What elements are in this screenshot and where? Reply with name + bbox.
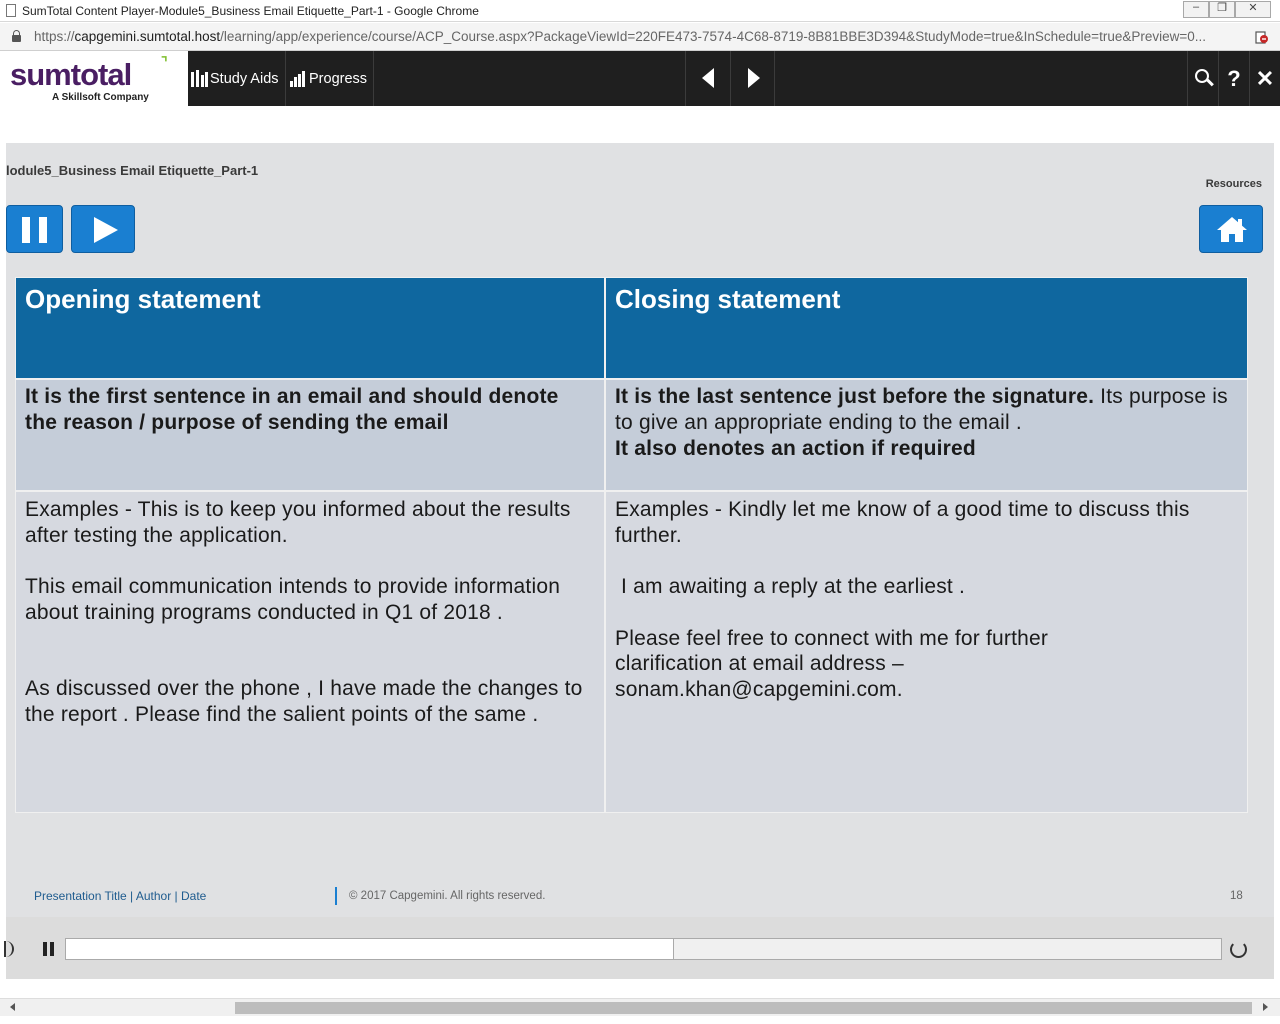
help-button[interactable]: ? [1218, 51, 1249, 106]
media-controls [4, 925, 1274, 973]
restore-button[interactable]: ❐ [1209, 1, 1235, 18]
opening-examples: Examples - This is to keep you informed … [15, 491, 605, 813]
opening-example-1: Examples - This is to keep you informed … [25, 498, 571, 547]
close-player-button[interactable]: ✕ [1249, 51, 1280, 106]
resources-link[interactable]: Resources [1206, 178, 1262, 190]
closing-statement-header: Closing statement [605, 277, 1248, 379]
volume-icon[interactable] [4, 941, 14, 957]
study-aids-button[interactable]: Study Aids [188, 51, 286, 106]
closing-example-2: I am awaiting a reply at the earliest . [615, 575, 965, 598]
opening-description-text: It is the first sentence in an email and… [25, 385, 559, 434]
closing-examples: Examples - Kindly let me know of a good … [605, 491, 1248, 813]
browser-title-bar: SumTotal Content Player-Module5_Business… [0, 0, 1280, 22]
horizontal-scrollbar[interactable] [0, 998, 1280, 1016]
logo-wordmark: sumtotal [10, 57, 132, 92]
sumtotal-logo: sumtotal ⌝ A Skillsoft Company [0, 51, 188, 106]
seek-progress [66, 939, 674, 959]
minimize-button[interactable]: ‒ [1183, 1, 1209, 18]
module-title: lodule5_Business Email Etiquette_Part-1 [6, 163, 259, 178]
opening-example-3: As discussed over the phone , I have mad… [25, 677, 583, 726]
closing-example-3: Please feel free to connect with me for … [615, 626, 1049, 701]
arrow-right-icon [748, 68, 760, 88]
search-button[interactable] [1187, 51, 1218, 106]
scroll-right-icon[interactable] [1263, 1003, 1268, 1011]
study-aids-label: Study Aids [210, 70, 279, 87]
slide: lodule5_Business Email Etiquette_Part-1 … [6, 143, 1274, 917]
seek-bar[interactable] [65, 938, 1222, 960]
scroll-thumb[interactable] [235, 1002, 1252, 1014]
address-bar[interactable]: https://capgemini.sumtotal.host/learning… [0, 23, 1280, 51]
url-text[interactable]: https://capgemini.sumtotal.host/learning… [34, 29, 1254, 44]
logo-subtitle: A Skillsoft Company [52, 92, 149, 103]
progress-button[interactable]: Progress [286, 51, 374, 106]
close-icon: ✕ [1255, 66, 1275, 91]
study-aids-icon [191, 70, 208, 87]
previous-slide-button[interactable] [685, 51, 730, 106]
window-close-button[interactable]: ✕ [1235, 1, 1271, 18]
opening-statement-header: Opening statement [15, 277, 605, 379]
window-title: SumTotal Content Player-Module5_Business… [22, 4, 479, 18]
replay-icon[interactable] [1230, 941, 1247, 958]
page-icon [6, 4, 16, 17]
closing-example-1: Examples - Kindly let me know of a good … [615, 498, 1190, 547]
scroll-left-icon[interactable] [10, 1003, 15, 1011]
slide-number: 18 [1230, 890, 1243, 902]
play-button[interactable] [71, 205, 135, 253]
footer-divider [335, 887, 337, 905]
pause-button[interactable] [6, 205, 63, 253]
media-pause-button[interactable] [41, 942, 56, 958]
closing-description: It is the last sentence just before the … [605, 379, 1248, 491]
closing-description-action: It also denotes an action if required [615, 437, 976, 460]
lock-icon[interactable] [12, 30, 21, 42]
opening-description: It is the first sentence in an email and… [15, 379, 605, 491]
home-button[interactable] [1199, 205, 1263, 253]
next-slide-button[interactable] [730, 51, 775, 106]
arrow-left-icon [702, 68, 714, 88]
help-icon: ? [1227, 66, 1241, 91]
play-icon [94, 217, 118, 243]
home-icon [1217, 217, 1247, 242]
closing-description-bold: It is the last sentence just before the … [615, 385, 1095, 408]
footer-copyright: © 2017 Capgemini. All rights reserved. [349, 890, 546, 902]
content-stage: lodule5_Business Email Etiquette_Part-1 … [4, 143, 1274, 979]
footer-presentation-info: Presentation Title | Author | Date [34, 889, 207, 903]
logo-check-icon: ⌝ [161, 54, 168, 70]
opening-example-2: This email communication intends to prov… [25, 575, 561, 624]
progress-label: Progress [309, 70, 368, 87]
progress-bars-icon [290, 70, 307, 87]
blocked-popup-icon[interactable] [1254, 29, 1268, 44]
player-toolbar: sumtotal ⌝ A Skillsoft Company Study Aid… [0, 51, 1280, 106]
statements-table: Opening statement Closing statement It i… [15, 277, 1248, 815]
